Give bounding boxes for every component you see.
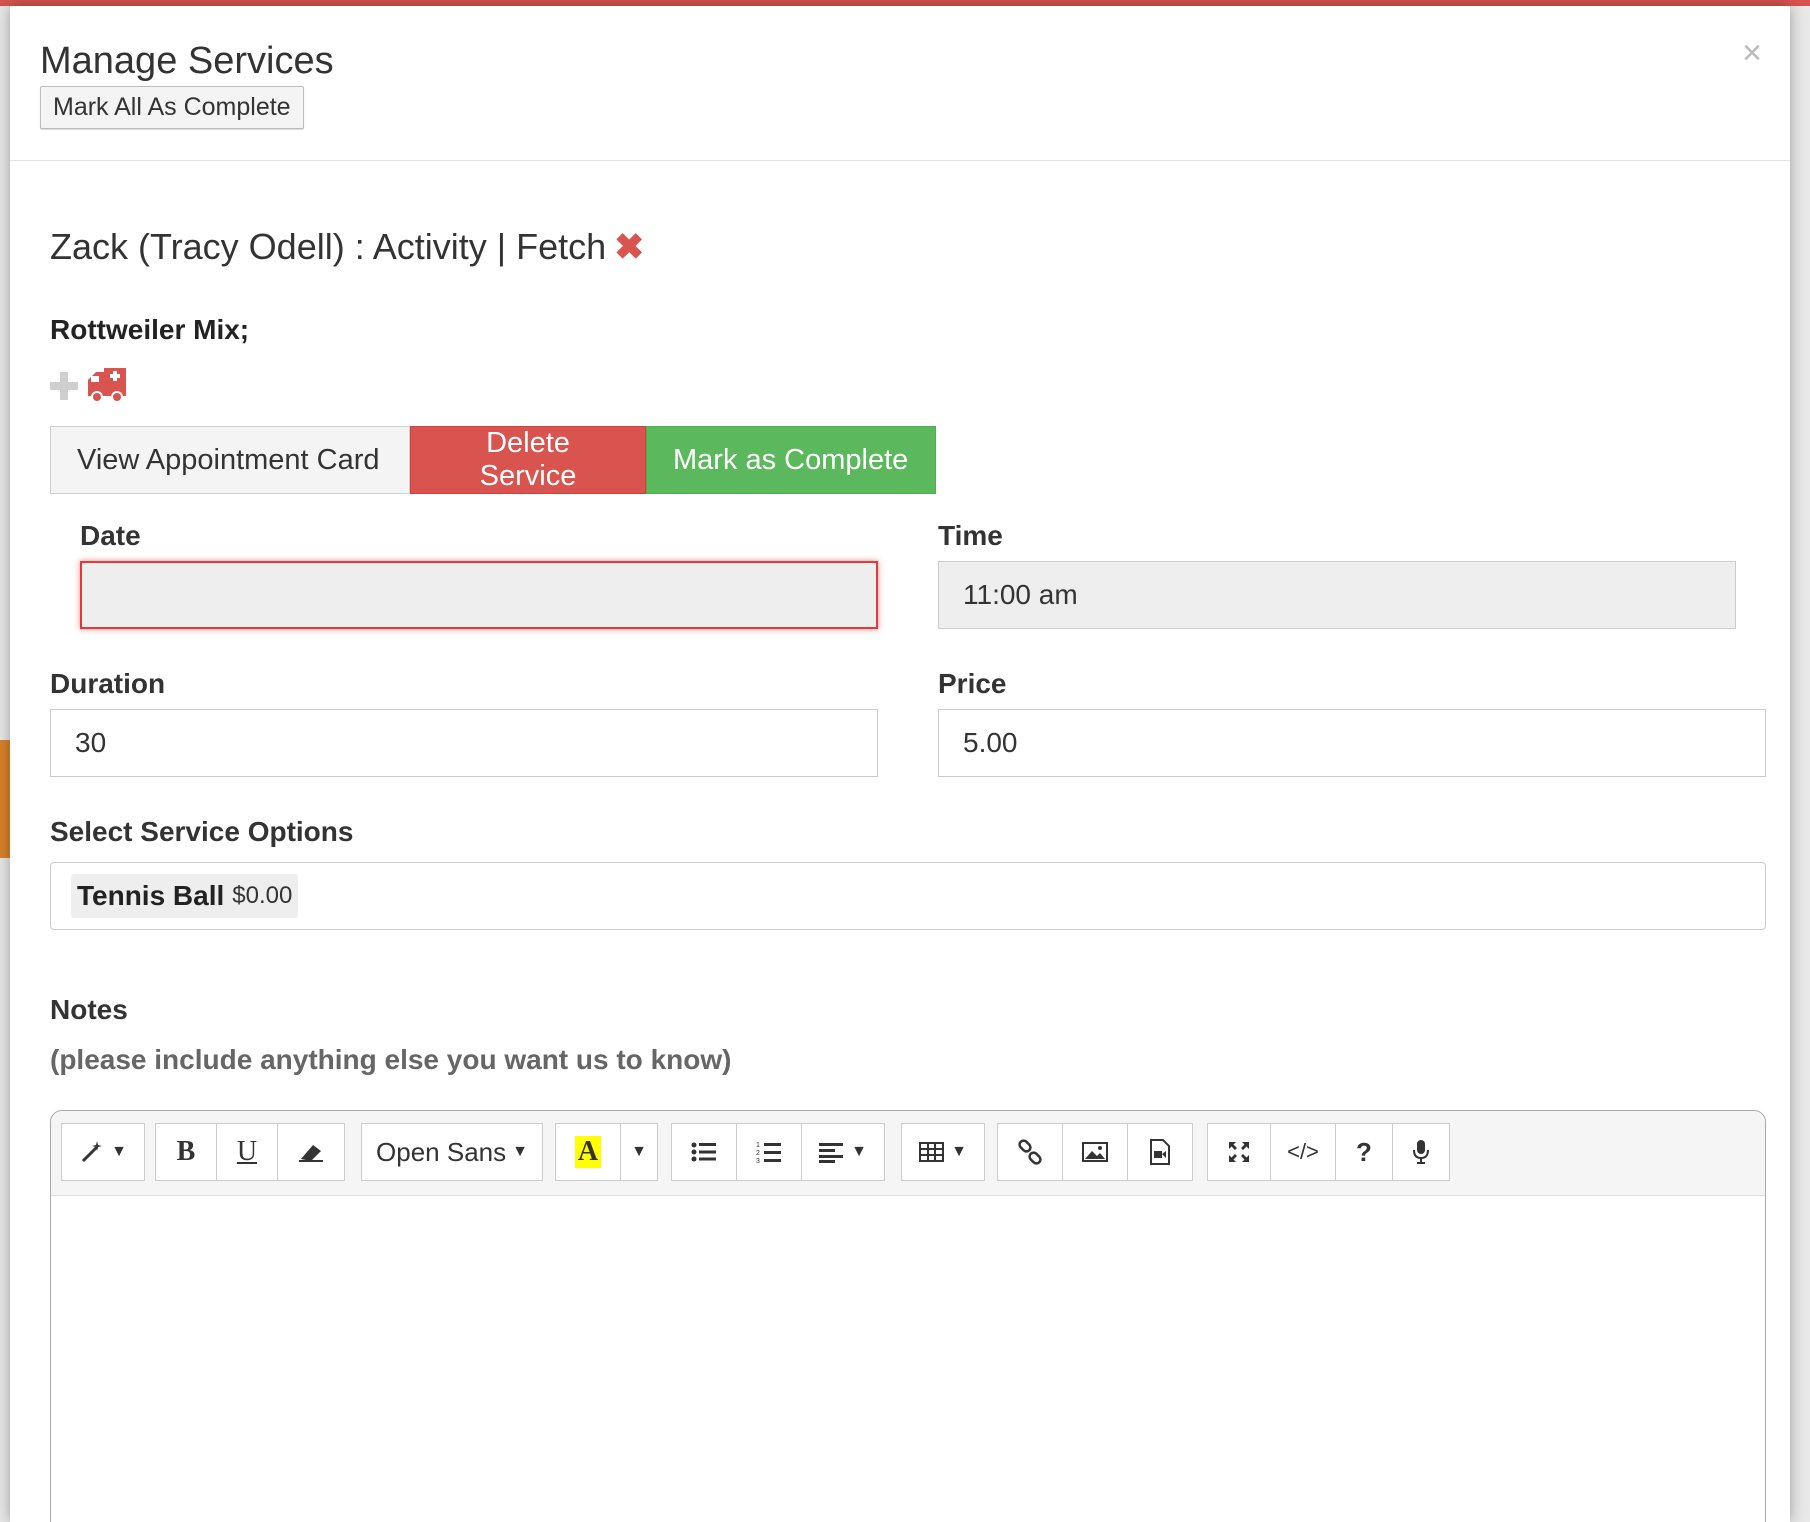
table-icon — [919, 1142, 945, 1162]
remove-service-icon[interactable]: ✖ — [614, 226, 644, 267]
microphone-icon — [1413, 1140, 1429, 1164]
video-file-icon — [1150, 1139, 1170, 1165]
plus-icon[interactable] — [48, 370, 80, 402]
format-group: B U — [155, 1123, 345, 1181]
svg-text:2: 2 — [756, 1150, 760, 1157]
notes-label: Notes — [50, 994, 128, 1025]
style-group: ▼ — [61, 1123, 145, 1181]
price-label: Price — [938, 668, 1007, 699]
font-group: Open Sans ▼ — [361, 1123, 543, 1181]
duration-input[interactable]: 30 — [50, 709, 878, 777]
service-action-buttons: View Appointment Card Delete Service Mar… — [50, 426, 936, 494]
insert-table-dropdown[interactable]: ▼ — [901, 1123, 985, 1181]
modal-header: Manage Services Mark All As Complete × — [10, 6, 1790, 161]
insert-video-button[interactable] — [1127, 1123, 1193, 1181]
insert-image-button[interactable] — [1062, 1123, 1128, 1181]
link-icon — [1018, 1139, 1042, 1165]
chevron-down-icon: ▼ — [951, 1143, 967, 1160]
mark-all-complete-button[interactable]: Mark All As Complete — [40, 86, 304, 129]
unordered-list-button[interactable] — [671, 1123, 737, 1181]
manage-services-modal: Manage Services Mark All As Complete × Z… — [10, 6, 1790, 1522]
view-group: </> ? — [1207, 1123, 1450, 1181]
paragraph-group: 1 2 3 ▼ — [671, 1123, 885, 1181]
svg-text:1: 1 — [756, 1142, 760, 1149]
ambulance-icon[interactable] — [86, 366, 128, 404]
view-appointment-card-button[interactable]: View Appointment Card — [50, 426, 410, 494]
voice-input-button[interactable] — [1392, 1123, 1450, 1181]
table-group: ▼ — [901, 1123, 985, 1181]
mark-as-complete-button[interactable]: Mark as Complete — [646, 426, 936, 494]
bullet-list-icon — [691, 1142, 716, 1162]
service-options-label: Select Service Options — [50, 816, 354, 847]
fullscreen-button[interactable] — [1207, 1123, 1271, 1181]
underline-button[interactable]: U — [216, 1123, 278, 1181]
chevron-down-icon: ▼ — [851, 1143, 867, 1160]
duration-label: Duration — [50, 668, 166, 699]
chevron-down-icon: ▼ — [631, 1143, 647, 1160]
notes-text-area[interactable] — [51, 1196, 1765, 1522]
service-title: Zack (Tracy Odell) : Activity | Fetch — [50, 226, 607, 267]
service-options-select[interactable]: Tennis Ball $0.00 — [50, 862, 1766, 930]
insert-group — [997, 1123, 1193, 1181]
close-icon[interactable]: × — [1742, 36, 1762, 70]
bold-button[interactable]: B — [155, 1123, 217, 1181]
font-family-label: Open Sans — [376, 1136, 507, 1167]
help-button[interactable]: ? — [1335, 1123, 1393, 1181]
price-input[interactable]: 5.00 — [938, 709, 1766, 777]
color-group: A ▼ — [555, 1123, 658, 1181]
selected-option-tag[interactable]: Tennis Ball $0.00 — [71, 874, 299, 918]
svg-text:3: 3 — [756, 1158, 760, 1164]
time-label: Time — [938, 520, 1003, 551]
delete-service-button[interactable]: Delete Service — [410, 426, 646, 494]
option-name: Tennis Ball — [77, 880, 225, 911]
background-accent — [0, 740, 10, 858]
font-family-dropdown[interactable]: Open Sans ▼ — [361, 1123, 543, 1181]
magic-style-button[interactable]: ▼ — [61, 1123, 145, 1181]
pet-breed: Rottweiler Mix; — [50, 314, 250, 345]
eraser-icon — [299, 1145, 323, 1162]
chevron-down-icon: ▼ — [111, 1143, 127, 1160]
code-view-button[interactable]: </> — [1270, 1123, 1336, 1181]
highlight-color-button[interactable]: A — [555, 1123, 621, 1181]
paragraph-align-dropdown[interactable]: ▼ — [801, 1123, 885, 1181]
modal-title: Manage Services — [40, 40, 334, 82]
text-color-icon: A — [574, 1136, 602, 1168]
ordered-list-button[interactable]: 1 2 3 — [736, 1123, 802, 1181]
date-label: Date — [80, 520, 141, 551]
image-icon — [1082, 1142, 1108, 1162]
time-input[interactable]: 11:00 am — [938, 561, 1736, 629]
insert-link-button[interactable] — [997, 1123, 1063, 1181]
clear-format-button[interactable] — [277, 1123, 345, 1181]
color-dropdown[interactable]: ▼ — [620, 1123, 658, 1181]
date-input[interactable] — [80, 561, 878, 629]
background-page-right — [1790, 6, 1810, 1522]
numbered-list-icon: 1 2 3 — [756, 1142, 781, 1164]
editor-toolbar: ▼ B U Open Sans ▼ A ▼ 1 2 3 ▼ ▼ </> ? — [51, 1111, 1765, 1196]
chevron-down-icon: ▼ — [512, 1143, 528, 1160]
magic-wand-icon — [82, 1141, 103, 1163]
notes-sublabel: (please include anything else you want u… — [50, 1044, 732, 1075]
service-heading: Zack (Tracy Odell) : Activity | Fetch ✖ — [50, 226, 644, 268]
notes-editor: ▼ B U Open Sans ▼ A ▼ 1 2 3 ▼ ▼ </> ? — [50, 1110, 1766, 1522]
align-left-icon — [819, 1143, 844, 1163]
fullscreen-icon — [1229, 1142, 1249, 1162]
option-price: $0.00 — [232, 882, 293, 909]
